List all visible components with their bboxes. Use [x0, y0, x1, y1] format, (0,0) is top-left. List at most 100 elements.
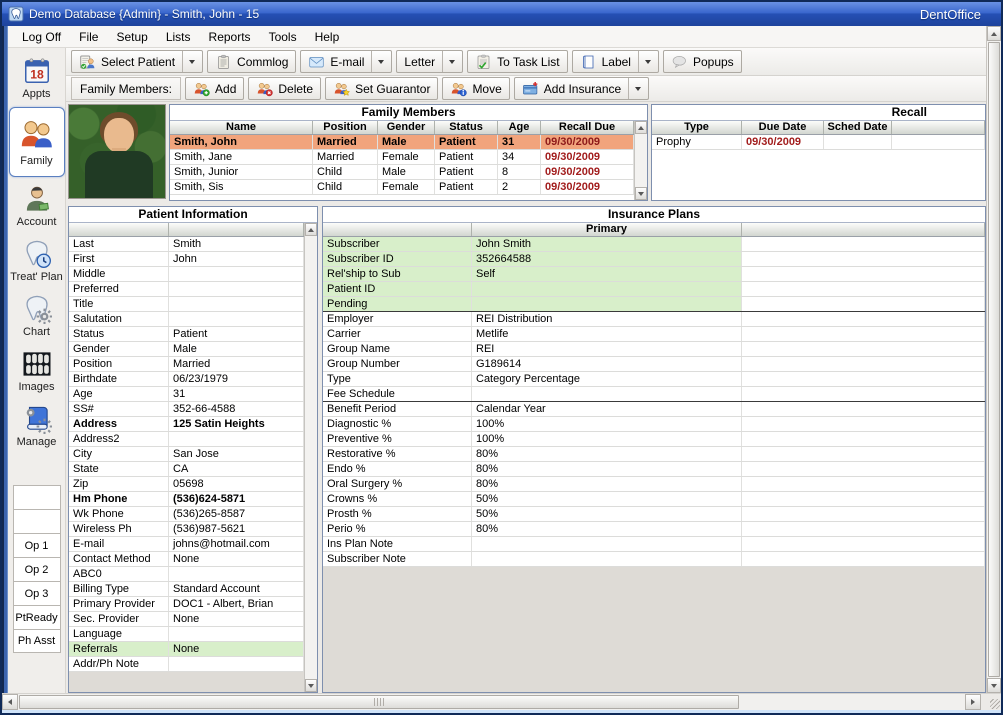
window-horizontal-scrollbar[interactable] — [2, 693, 1001, 710]
primary-column-header[interactable]: Primary — [472, 223, 742, 236]
insurance-row-perio[interactable]: Perio %80% — [323, 522, 985, 537]
operatory-cell-blank[interactable] — [13, 509, 61, 533]
menu-item-file[interactable]: File — [70, 28, 107, 46]
patient-info-row-salutation[interactable]: Salutation — [69, 312, 304, 327]
toolbar-button-add[interactable]: Add — [185, 77, 244, 100]
toolbar-button-delete[interactable]: Delete — [248, 77, 321, 100]
dropdown-arrow-icon[interactable] — [638, 51, 651, 72]
insurance-row-group-number[interactable]: Group NumberG189614 — [323, 357, 985, 372]
toolbar-button-select-patient[interactable]: Select Patient — [71, 50, 203, 73]
scroll-down-icon[interactable] — [987, 678, 1001, 693]
family-grid-scrollbar[interactable] — [634, 121, 647, 200]
patient-info-row-state[interactable]: StateCA — [69, 462, 304, 477]
insurance-row-crowns[interactable]: Crowns %50% — [323, 492, 985, 507]
insurance-row-pending[interactable]: Pending — [323, 297, 985, 312]
patient-info-row-abc0[interactable]: ABC0 — [69, 567, 304, 582]
scroll-down-icon[interactable] — [635, 187, 647, 200]
menu-item-reports[interactable]: Reports — [200, 28, 260, 46]
patient-info-row-status[interactable]: StatusPatient — [69, 327, 304, 342]
patient-info-row-wk-phone[interactable]: Wk Phone(536)265-8587 — [69, 507, 304, 522]
patient-info-row-contact-method[interactable]: Contact MethodNone — [69, 552, 304, 567]
column-header-due-date[interactable]: Due Date — [742, 121, 824, 134]
recall-row[interactable]: Prophy09/30/2009 — [652, 135, 985, 150]
sidebar-module-appts[interactable]: 18Appts — [9, 52, 65, 104]
insurance-row-ins-plan-note[interactable]: Ins Plan Note — [323, 537, 985, 552]
patient-info-row-wireless-ph[interactable]: Wireless Ph(536)987-5621 — [69, 522, 304, 537]
toolbar-button-e-mail[interactable]: E-mail — [300, 50, 392, 73]
column-header-blank[interactable] — [892, 121, 985, 134]
patient-photo[interactable] — [68, 104, 166, 199]
toolbar-button-set-guarantor[interactable]: Set Guarantor — [325, 77, 438, 100]
family-member-row[interactable]: Smith, JaneMarriedFemalePatient3409/30/2… — [170, 150, 634, 165]
insurance-row-endo[interactable]: Endo %80% — [323, 462, 985, 477]
family-member-row[interactable]: Smith, JuniorChildMalePatient809/30/2009 — [170, 165, 634, 180]
menu-item-setup[interactable]: Setup — [107, 28, 156, 46]
patient-info-row-zip[interactable]: Zip05698 — [69, 477, 304, 492]
family-member-row[interactable]: Smith, JohnMarriedMalePatient3109/30/200… — [170, 135, 634, 150]
operatory-cell-op-3[interactable]: Op 3 — [13, 581, 61, 605]
insurance-row-benefit-period[interactable]: Benefit PeriodCalendar Year — [323, 402, 985, 417]
operatory-cell-op-2[interactable]: Op 2 — [13, 557, 61, 581]
insurance-row-employer[interactable]: EmployerREI Distribution — [323, 312, 985, 327]
sidebar-module-images[interactable]: Images — [9, 345, 65, 397]
menu-item-log-off[interactable]: Log Off — [13, 28, 70, 46]
insurance-row-oral-surgery[interactable]: Oral Surgery %80% — [323, 477, 985, 492]
vertical-scroll-track[interactable] — [987, 41, 1001, 678]
insurance-row-subscriber[interactable]: SubscriberJohn Smith — [323, 237, 985, 252]
patient-info-row-addr-ph-note[interactable]: Addr/Ph Note — [69, 657, 304, 672]
column-header-type[interactable]: Type — [652, 121, 742, 134]
patient-info-row-title[interactable]: Title — [69, 297, 304, 312]
column-header-name[interactable]: Name — [170, 121, 313, 134]
insurance-row-subscriber-id[interactable]: Subscriber ID352664588 — [323, 252, 985, 267]
patient-info-row-hm-phone[interactable]: Hm Phone(536)624-5871 — [69, 492, 304, 507]
patient-info-row-middle[interactable]: Middle — [69, 267, 304, 282]
family-member-row[interactable]: Smith, SisChildFemalePatient209/30/2009 — [170, 180, 634, 195]
sidebar-module-family[interactable]: Family — [9, 107, 65, 177]
insurance-row-group-name[interactable]: Group NameREI — [323, 342, 985, 357]
menu-item-help[interactable]: Help — [306, 28, 349, 46]
patient-info-row-billing-type[interactable]: Billing TypeStandard Account — [69, 582, 304, 597]
vertical-scroll-thumb[interactable] — [988, 42, 1000, 677]
toolbar-button-popups[interactable]: Popups — [663, 50, 742, 73]
insurance-row-rel-ship-to-sub[interactable]: Rel'ship to SubSelf — [323, 267, 985, 282]
patient-info-scrollbar[interactable] — [304, 223, 317, 692]
patient-info-row-ss[interactable]: SS#352-66-4588 — [69, 402, 304, 417]
patient-info-row-preferred[interactable]: Preferred — [69, 282, 304, 297]
patient-info-row-last[interactable]: LastSmith — [69, 237, 304, 252]
patient-info-row-city[interactable]: CitySan Jose — [69, 447, 304, 462]
scroll-up-icon[interactable] — [305, 223, 317, 236]
patient-info-row-address2[interactable]: Address2 — [69, 432, 304, 447]
insurance-row-prosth[interactable]: Prosth %50% — [323, 507, 985, 522]
insurance-row-type[interactable]: TypeCategory Percentage — [323, 372, 985, 387]
patient-info-row-gender[interactable]: GenderMale — [69, 342, 304, 357]
operatory-cell-op-1[interactable]: Op 1 — [13, 533, 61, 557]
patient-info-row-referrals[interactable]: ReferralsNone — [69, 642, 304, 657]
horizontal-scroll-track[interactable] — [18, 694, 965, 710]
patient-info-row-position[interactable]: PositionMarried — [69, 357, 304, 372]
insurance-row-fee-schedule[interactable]: Fee Schedule — [323, 387, 985, 402]
insurance-row-patient-id[interactable]: Patient ID — [323, 282, 985, 297]
toolbar-button-label[interactable]: Label — [572, 50, 659, 73]
column-header-position[interactable]: Position — [313, 121, 378, 134]
patient-info-row-sec-provider[interactable]: Sec. ProviderNone — [69, 612, 304, 627]
toolbar-button-to-task-list[interactable]: To Task List — [467, 50, 567, 73]
dropdown-arrow-icon[interactable] — [628, 78, 641, 99]
operatory-cell-ph-asst[interactable]: Ph Asst — [13, 629, 61, 653]
column-header-status[interactable]: Status — [435, 121, 498, 134]
toolbar-button-commlog[interactable]: Commlog — [207, 50, 296, 73]
toolbar-button-add-insurance[interactable]: Add Insurance — [514, 77, 649, 100]
insurance-row-subscriber-note[interactable]: Subscriber Note — [323, 552, 985, 567]
toolbar-button-move[interactable]: Move — [442, 77, 509, 100]
patient-info-row-address[interactable]: Address125 Satin Heights — [69, 417, 304, 432]
insurance-row-preventive[interactable]: Preventive %100% — [323, 432, 985, 447]
patient-info-row-age[interactable]: Age31 — [69, 387, 304, 402]
horizontal-scroll-thumb[interactable] — [19, 695, 739, 709]
sidebar-module-chart[interactable]: Chart — [9, 290, 65, 342]
insurance-row-diagnostic[interactable]: Diagnostic %100% — [323, 417, 985, 432]
column-header-recall-due[interactable]: Recall Due — [541, 121, 634, 134]
scroll-up-icon[interactable] — [987, 26, 1001, 41]
operatory-cell-ptready[interactable]: PtReady — [13, 605, 61, 629]
sidebar-module-treat-plan[interactable]: Treat' Plan — [9, 235, 65, 287]
insurance-row-carrier[interactable]: CarrierMetlife — [323, 327, 985, 342]
patient-info-row-e-mail[interactable]: E-mailjohns@hotmail.com — [69, 537, 304, 552]
